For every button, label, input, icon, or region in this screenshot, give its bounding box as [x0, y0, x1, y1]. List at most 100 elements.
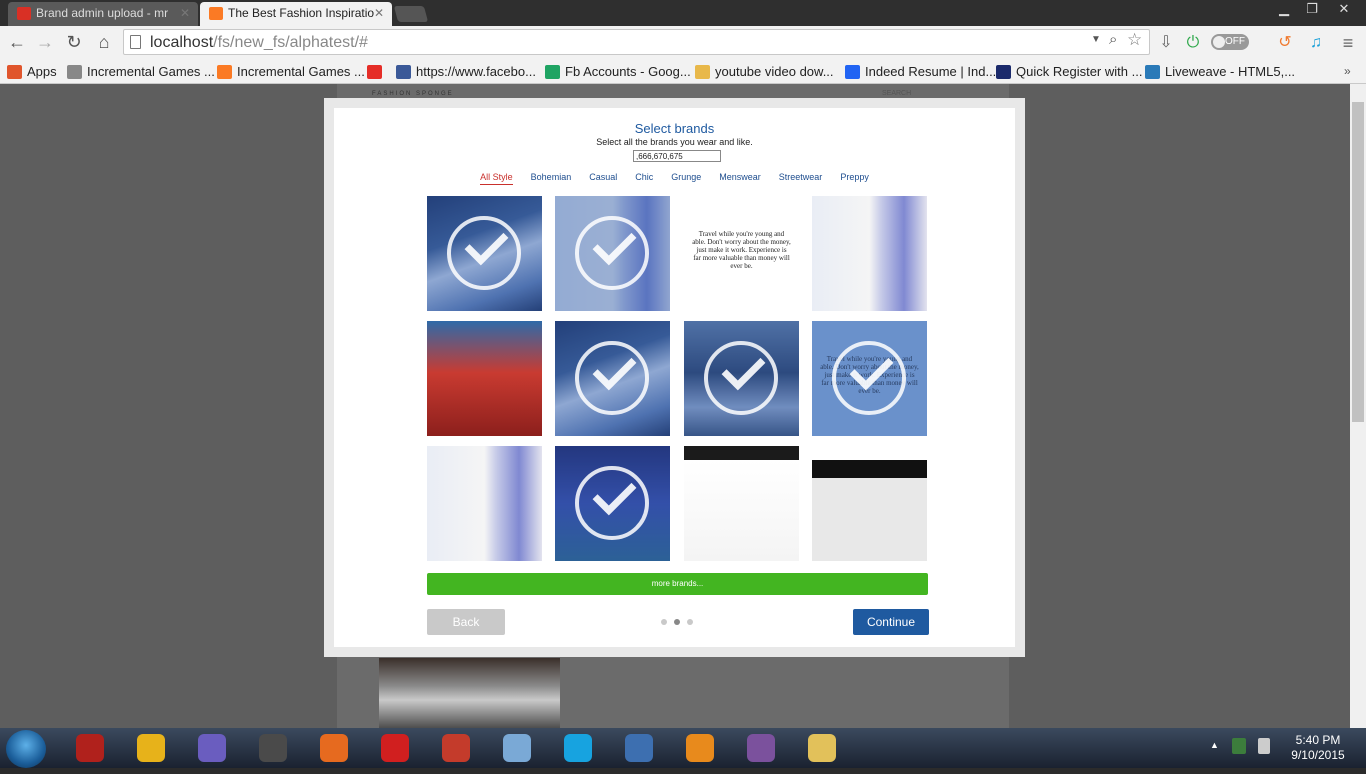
xampp-icon: [217, 65, 232, 79]
tab-gmail[interactable]: Brand admin upload - mr ✕: [8, 2, 198, 26]
brand-tile-1[interactable]: [427, 196, 542, 311]
close-tab-icon[interactable]: ✕: [180, 2, 190, 24]
menu-icon[interactable]: ≡: [1338, 33, 1358, 53]
bookmark-indeed[interactable]: Indeed Resume | Ind...: [845, 62, 996, 82]
sublime-taskbar-button[interactable]: [245, 730, 301, 766]
tab-menswear[interactable]: Menswear: [719, 172, 761, 184]
close-window-button[interactable]: ✕: [1326, 0, 1362, 20]
firefox-icon: [320, 734, 348, 762]
headphones-icon[interactable]: ♫: [1306, 33, 1326, 53]
select-brands-modal: Select brands Select all the brands you …: [324, 98, 1025, 657]
brand-tile-3[interactable]: Travel while you're young and able. Don'…: [684, 196, 799, 311]
brand-tile-11[interactable]: [684, 446, 799, 561]
hand-icon: [67, 65, 82, 79]
url-text[interactable]: localhost/fs/new_fs/alphatest/#: [150, 32, 368, 54]
tab-casual[interactable]: Casual: [589, 172, 617, 184]
brand-tile-2[interactable]: [555, 196, 670, 311]
bookmark-fb-accounts[interactable]: Fb Accounts - Goog...: [545, 62, 691, 82]
extension-toggle[interactable]: OFF: [1211, 34, 1249, 50]
dropdown-icon[interactable]: ▼: [1091, 34, 1101, 45]
star-icon[interactable]: ☆: [1127, 30, 1142, 50]
brand-tile-10[interactable]: [555, 446, 670, 561]
close-tab-icon[interactable]: ✕: [374, 2, 384, 24]
more-brands-button[interactable]: more brands...: [427, 573, 928, 595]
brand-tile-6[interactable]: [555, 321, 670, 436]
system-clock[interactable]: 5:40 PM 9/10/2015: [1278, 733, 1358, 763]
start-button[interactable]: [6, 730, 46, 768]
tab-grunge[interactable]: Grunge: [671, 172, 701, 184]
scrollbar-thumb[interactable]: [1352, 102, 1364, 422]
download-manager-taskbar-button[interactable]: [428, 730, 484, 766]
forward-arrow-icon[interactable]: →: [33, 31, 57, 53]
bookmark-incremental-1[interactable]: Incremental Games ...: [67, 62, 215, 82]
j-icon: [996, 65, 1011, 79]
pager-dot[interactable]: [661, 619, 667, 625]
more-bookmarks-icon[interactable]: »: [1344, 64, 1351, 78]
tab-bohemian[interactable]: Bohemian: [531, 172, 572, 184]
modal-title: Select brands: [634, 121, 715, 136]
skype-taskbar-button[interactable]: [550, 730, 606, 766]
site-logo: FASHION SPONGE: [372, 91, 454, 97]
background-photo: [379, 658, 560, 728]
restore-button[interactable]: ❐: [1298, 0, 1326, 20]
bookmark-facebook[interactable]: https://www.facebo...: [396, 62, 536, 82]
bookmark-liveweave[interactable]: Liveweave - HTML5,...: [1145, 62, 1295, 82]
address-bar[interactable]: localhost/fs/new_fs/alphatest/# ▼ ⌕ ☆: [123, 29, 1150, 55]
bookmark-youtube-download[interactable]: youtube video dow...: [695, 62, 834, 82]
continue-button[interactable]: Continue: [853, 609, 929, 635]
battery-tray-icon[interactable]: [1258, 738, 1270, 754]
brand-tile-9[interactable]: [427, 446, 542, 561]
home-icon[interactable]: ⌂: [92, 31, 116, 53]
browser-toolbar: ← → ↻ ⌂ localhost/fs/new_fs/alphatest/# …: [0, 26, 1366, 59]
bookmark-quick-register[interactable]: Quick Register with ...: [996, 62, 1142, 82]
brand-tile-8[interactable]: Travel while you're young and able. Don'…: [812, 321, 927, 436]
tab-label: The Best Fashion Inspiratio: [228, 6, 375, 20]
media-player-taskbar-button[interactable]: [672, 730, 728, 766]
back-button[interactable]: Back: [427, 609, 505, 635]
new-tab-button[interactable]: [393, 6, 429, 22]
gamemaker-taskbar-button[interactable]: [123, 730, 179, 766]
brand-tile-4[interactable]: [812, 196, 927, 311]
indeed-icon: [845, 65, 860, 79]
brand-tile-5[interactable]: [427, 321, 542, 436]
checkmark-icon: [575, 216, 649, 290]
filezilla-taskbar-button[interactable]: [62, 730, 118, 766]
tab-bar: Brand admin upload - mr ✕ The Best Fashi…: [0, 0, 1366, 26]
explorer-icon: [808, 734, 836, 762]
selected-brands-input[interactable]: [633, 150, 721, 162]
brand-tile-7[interactable]: [684, 321, 799, 436]
reload-icon[interactable]: ↻: [62, 31, 86, 53]
phpstorm-icon: [198, 734, 226, 762]
search-icon[interactable]: ⌕: [1109, 31, 1117, 48]
pager-dot-active[interactable]: [674, 619, 680, 625]
brand-tile-12[interactable]: [812, 446, 927, 561]
tray-expand-icon[interactable]: ▲: [1210, 740, 1219, 750]
back-arrow-icon[interactable]: ←: [5, 31, 29, 53]
phpstorm-taskbar-button[interactable]: [184, 730, 240, 766]
tab-all-style[interactable]: All Style: [480, 172, 513, 185]
filezilla-icon: [76, 734, 104, 762]
pager-dot[interactable]: [687, 619, 693, 625]
bookmark-incremental-2[interactable]: Incremental Games ...: [217, 62, 365, 82]
checkmark-icon: [575, 341, 649, 415]
tab-preppy[interactable]: Preppy: [840, 172, 869, 184]
bookmark-apps[interactable]: Apps: [7, 62, 57, 82]
network-tray-icon[interactable]: [1232, 738, 1246, 754]
update-icon[interactable]: ⏻: [1183, 33, 1203, 53]
tab-chic[interactable]: Chic: [635, 172, 653, 184]
tab-fashion[interactable]: The Best Fashion Inspiratio ✕: [200, 2, 392, 26]
tab-streetwear[interactable]: Streetwear: [779, 172, 823, 184]
paint-taskbar-button[interactable]: [489, 730, 545, 766]
viber-taskbar-button[interactable]: [733, 730, 789, 766]
windows-taskbar: ▲: [0, 728, 1366, 768]
explorer-taskbar-button[interactable]: [794, 730, 850, 766]
bookmark-youtube[interactable]: [367, 62, 387, 82]
extension-icon[interactable]: ↺: [1275, 33, 1295, 53]
firefox-taskbar-button[interactable]: [306, 730, 362, 766]
download-icon[interactable]: ⇩: [1156, 33, 1176, 53]
lock-taskbar-button[interactable]: [611, 730, 667, 766]
opera-taskbar-button[interactable]: [367, 730, 423, 766]
gmail-icon: [17, 7, 31, 20]
paint-icon: [503, 734, 531, 762]
minimize-button[interactable]: ▁: [1270, 0, 1298, 20]
